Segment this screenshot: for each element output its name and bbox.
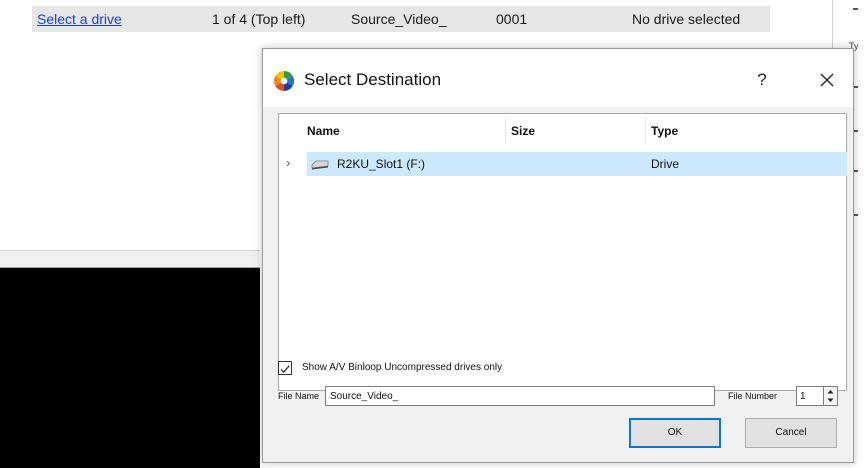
cancel-button[interactable]: Cancel (745, 418, 837, 448)
spin-down-icon[interactable] (824, 396, 837, 405)
column-divider[interactable] (645, 118, 646, 144)
drive-icon (311, 160, 329, 170)
close-icon[interactable] (812, 65, 842, 95)
drive-status: No drive selected (632, 11, 741, 27)
ok-button[interactable]: OK (629, 418, 721, 448)
show-drives-only-label[interactable]: Show A/V Binloop Uncompressed drives onl… (302, 362, 502, 373)
checkmark-icon (280, 365, 290, 374)
file-name-label: File Name (278, 391, 320, 401)
file-number-input[interactable] (796, 386, 824, 406)
select-drive-link[interactable]: Select a drive (37, 11, 122, 27)
file-name-input[interactable] (325, 386, 715, 406)
drive-type: Drive (651, 157, 680, 171)
source-number: 0001 (496, 11, 528, 27)
help-button[interactable]: ? (747, 65, 777, 95)
tree-row-drive[interactable]: › R2KU_Slot1 (F:) Drive (286, 152, 847, 176)
select-destination-dialog: Select Destination ? Name Size Type › R2… (262, 48, 854, 463)
drive-name: R2KU_Slot1 (F:) (337, 157, 426, 171)
dialog-title: Select Destination (304, 70, 442, 89)
column-header-name[interactable]: Name (307, 124, 340, 138)
file-number-label: File Number (728, 391, 778, 401)
screen: Select a drive 1 of 4 (Top left) Source_… (0, 0, 864, 468)
dialog-titlebar: Select Destination ? (263, 49, 853, 107)
slot-position: 1 of 4 (Top left) (212, 11, 306, 27)
spin-up-icon[interactable] (824, 387, 837, 396)
source-name: Source_Video_ (351, 11, 447, 27)
column-divider[interactable] (505, 118, 506, 144)
column-header-size[interactable]: Size (511, 124, 535, 138)
tree-header: Name Size Type (279, 114, 846, 148)
pane-splitter[interactable] (0, 250, 260, 268)
show-drives-only-checkbox[interactable] (278, 361, 292, 375)
color-wheel-icon (274, 71, 294, 91)
drive-tree-view[interactable]: Name Size Type › R2KU_Slot1 (F:) Drive (278, 113, 847, 391)
column-header-type[interactable]: Type (651, 124, 678, 138)
chevron-right-icon[interactable]: › (286, 155, 290, 170)
file-number-spinner (824, 386, 838, 406)
right-panel-tick (853, 8, 858, 10)
drive-slot-row: Select a drive 1 of 4 (Top left) Source_… (32, 6, 770, 32)
video-preview (0, 268, 260, 468)
